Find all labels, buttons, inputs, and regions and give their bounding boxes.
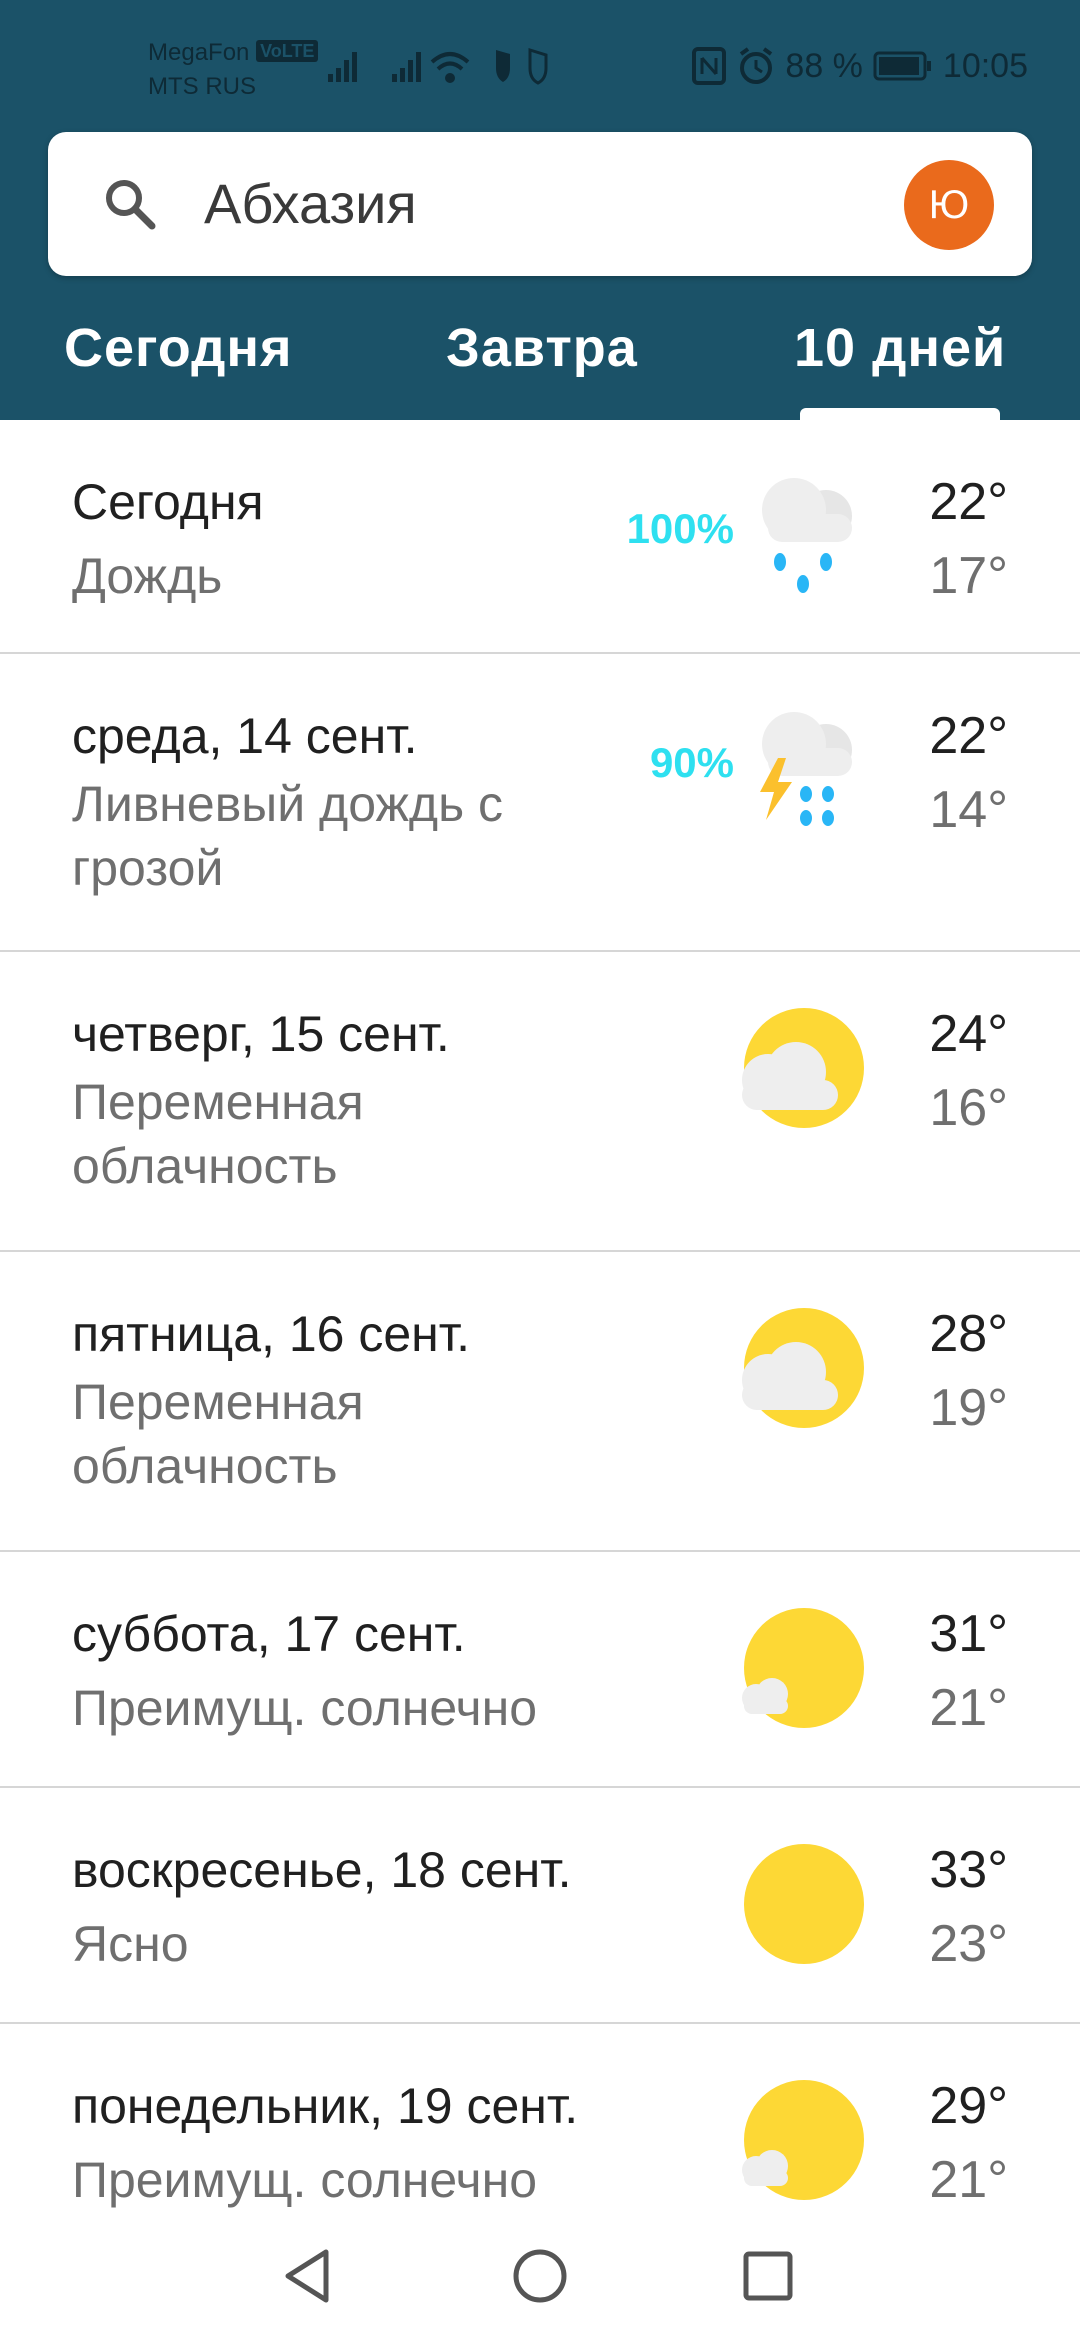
forecast-row[interactable]: суббота, 17 сент. Преимущ. солнечно 31° … — [0, 1552, 1080, 1788]
carrier-info: MegaFon VoLTE MTS RUS — [148, 36, 319, 104]
forecast-condition: Преимущ. солнечно — [72, 2152, 538, 2208]
temp-high: 28° — [929, 1305, 1008, 1363]
temp-high: 22° — [929, 707, 1008, 765]
mostly-sunny-icon — [742, 1608, 864, 1728]
forecast-day: воскресенье, 18 сент. — [72, 1842, 572, 1898]
back-icon[interactable] — [276, 2244, 340, 2308]
status-icons — [328, 47, 548, 85]
battery-percent: 88 % — [785, 46, 863, 85]
temp-low: 16° — [929, 1079, 1008, 1137]
temp-low: 17° — [929, 547, 1008, 605]
avatar[interactable]: Ю — [904, 160, 994, 250]
carrier-name-2: MTS RUS — [148, 73, 256, 100]
forecast-row[interactable]: воскресенье, 18 сент. Ясно 33° 23° — [0, 1788, 1080, 2024]
precip-chance: 90% — [649, 739, 734, 786]
forecast-condition: Ливневый дождь с грозой — [72, 776, 504, 896]
search-icon[interactable] — [100, 174, 160, 234]
forecast-row[interactable]: четверг, 15 сент. Переменная облачность … — [0, 952, 1080, 1252]
forecast-row[interactable]: пятница, 16 сент. Переменная облачность … — [0, 1252, 1080, 1552]
carrier-name-1: MegaFon — [148, 39, 250, 66]
temp-high: 29° — [929, 2077, 1008, 2135]
tab-today[interactable]: Сегодня — [64, 308, 292, 388]
vpn-shield-icon — [528, 47, 548, 85]
signal-icon-2 — [392, 52, 421, 82]
forecast-row[interactable]: среда, 14 сент. Ливневый дождь с грозой … — [0, 654, 1080, 952]
signal-icon-1 — [328, 52, 357, 82]
temp-high: 24° — [929, 1005, 1008, 1063]
clock: 10:05 — [942, 46, 1028, 85]
temp-low: 23° — [929, 1915, 1008, 1973]
partly-cloudy-icon — [742, 1308, 864, 1428]
temp-low: 14° — [929, 781, 1008, 839]
mostly-sunny-icon — [742, 2080, 864, 2200]
forecast-condition: Ясно — [72, 1916, 189, 1972]
nfc-icon — [692, 47, 727, 85]
partly-cloudy-icon — [742, 1008, 864, 1128]
rain-cloud-icon — [762, 478, 852, 593]
battery-icon — [873, 51, 931, 81]
sunny-icon — [744, 1844, 864, 1964]
wifi-icon — [430, 52, 470, 83]
search-bar[interactable]: Абхазия Ю — [48, 132, 1032, 276]
home-icon[interactable] — [508, 2244, 572, 2308]
precip-chance: 100% — [626, 505, 734, 552]
temp-high: 31° — [929, 1605, 1008, 1663]
tab-10-days[interactable]: 10 дней — [794, 308, 1006, 388]
temp-low: 21° — [929, 1679, 1008, 1737]
forecast-day: пятница, 16 сент. — [72, 1306, 470, 1362]
forecast-day: среда, 14 сент. — [72, 708, 418, 764]
forecast-day: Сегодня — [72, 474, 264, 530]
forecast-day: четверг, 15 сент. — [72, 1006, 450, 1062]
temp-low: 19° — [929, 1379, 1008, 1437]
volte-badge: VoLTE — [256, 40, 319, 62]
tab-indicator — [800, 408, 1000, 420]
forecast-condition: Дождь — [72, 548, 223, 604]
shield-icon — [496, 50, 510, 82]
temp-low: 21° — [929, 2151, 1008, 2209]
forecast-condition: Переменная облачность — [72, 1374, 364, 1494]
temp-high: 22° — [929, 473, 1008, 531]
temp-high: 33° — [929, 1841, 1008, 1899]
thunderstorm-icon — [760, 712, 852, 826]
alarm-icon — [740, 47, 773, 84]
forecast-day: понедельник, 19 сент. — [72, 2078, 579, 2134]
status-right: 88 % 10:05 — [691, 44, 1028, 88]
tab-tomorrow[interactable]: Завтра — [446, 308, 638, 388]
recents-icon[interactable] — [736, 2244, 800, 2308]
forecast-day: суббота, 17 сент. — [72, 1606, 466, 1662]
search-location-text[interactable]: Абхазия — [204, 166, 417, 242]
status-bar: MegaFon VoLTE MTS RUS 88 % 10:05 — [0, 0, 1080, 130]
forecast-condition: Переменная облачность — [72, 1074, 364, 1194]
app-header: MegaFon VoLTE MTS RUS 88 % 10:05 Абхазия… — [0, 0, 1080, 420]
system-nav-bar — [0, 2210, 1080, 2340]
forecast-condition: Преимущ. солнечно — [72, 1680, 538, 1736]
forecast-row[interactable]: Сегодня Дождь 100% 22° 17° — [0, 420, 1080, 654]
